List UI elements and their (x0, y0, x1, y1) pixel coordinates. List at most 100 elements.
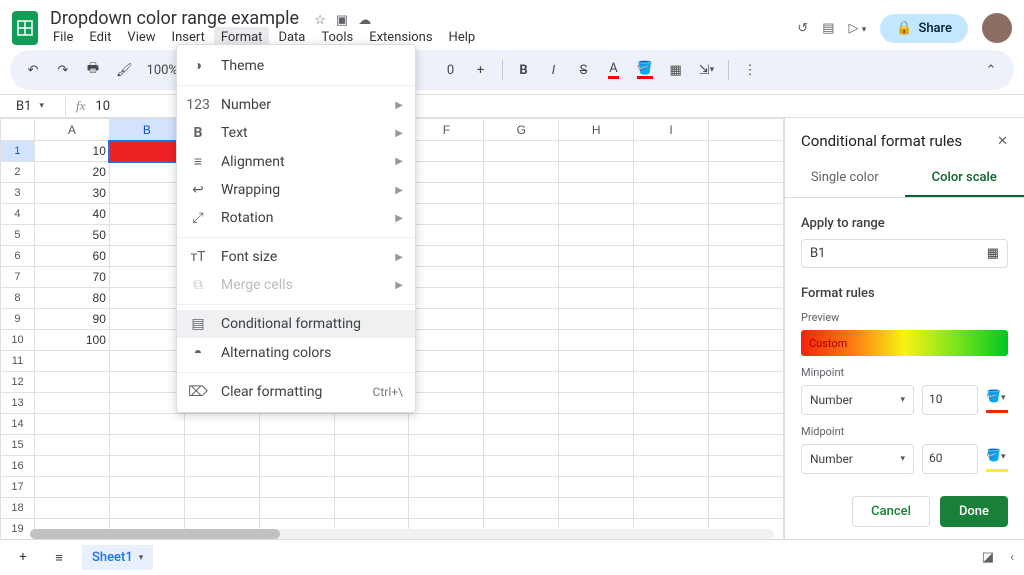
cell[interactable] (109, 393, 184, 414)
sheet-tab[interactable]: Sheet1 ▾ (82, 545, 153, 570)
cell[interactable] (709, 414, 784, 435)
col-header[interactable]: G (484, 119, 559, 141)
cell[interactable] (34, 498, 109, 519)
cell[interactable] (559, 288, 634, 309)
cell[interactable] (559, 477, 634, 498)
paint-format-button[interactable]: 🖌 (110, 57, 139, 83)
cell[interactable]: 90 (34, 309, 109, 330)
row-header[interactable]: 4 (1, 204, 35, 225)
col-header[interactable]: A (34, 119, 109, 141)
cell[interactable] (34, 435, 109, 456)
col-header[interactable]: I (634, 119, 709, 141)
cell[interactable] (559, 330, 634, 351)
h-scrollbar[interactable] (30, 529, 774, 539)
cell[interactable] (559, 204, 634, 225)
cell[interactable] (559, 246, 634, 267)
cell[interactable] (109, 288, 184, 309)
cell[interactable] (409, 246, 484, 267)
col-header[interactable]: F (409, 119, 484, 141)
row-header[interactable]: 15 (1, 435, 35, 456)
cell[interactable] (484, 498, 559, 519)
cell[interactable] (559, 183, 634, 204)
cell[interactable] (184, 498, 259, 519)
cell[interactable] (409, 141, 484, 162)
cell[interactable] (259, 498, 334, 519)
cell[interactable] (634, 477, 709, 498)
cloud-icon[interactable]: ☁ (358, 13, 371, 28)
cell[interactable] (709, 141, 784, 162)
cell[interactable] (484, 309, 559, 330)
cell[interactable] (259, 435, 334, 456)
row-header[interactable]: 8 (1, 288, 35, 309)
cell[interactable] (409, 351, 484, 372)
minpoint-color-button[interactable]: 🪣▾ (986, 389, 1008, 411)
cell[interactable] (634, 288, 709, 309)
cell[interactable] (484, 267, 559, 288)
cell[interactable] (34, 393, 109, 414)
cell[interactable] (709, 183, 784, 204)
cell[interactable] (484, 288, 559, 309)
menu-rotation[interactable]: ⤢Rotation▶ (177, 204, 415, 232)
cell[interactable]: 50 (34, 225, 109, 246)
comments-icon[interactable]: ▤ (822, 21, 834, 36)
cell[interactable] (334, 498, 409, 519)
cell[interactable] (709, 225, 784, 246)
row-header[interactable]: 13 (1, 393, 35, 414)
row-header[interactable]: 6 (1, 246, 35, 267)
cancel-button[interactable]: Cancel (852, 496, 930, 527)
cell[interactable] (409, 372, 484, 393)
grid-select-icon[interactable]: ▦ (987, 246, 999, 261)
menu-help[interactable]: Help (442, 27, 483, 48)
star-icon[interactable]: ☆ (314, 13, 326, 28)
cell[interactable] (409, 267, 484, 288)
cell[interactable] (559, 435, 634, 456)
cell[interactable] (559, 162, 634, 183)
cell[interactable] (34, 351, 109, 372)
cell[interactable] (634, 246, 709, 267)
cell[interactable] (559, 267, 634, 288)
cell[interactable] (709, 456, 784, 477)
row-header[interactable]: 12 (1, 372, 35, 393)
cell[interactable] (109, 477, 184, 498)
menu-font-size[interactable]: тTFont size▶ (177, 243, 415, 271)
cell[interactable] (484, 330, 559, 351)
select-all-corner[interactable] (1, 119, 35, 141)
cell[interactable] (484, 141, 559, 162)
cell[interactable] (184, 414, 259, 435)
cell[interactable] (634, 183, 709, 204)
cell[interactable] (559, 498, 634, 519)
cell[interactable] (559, 225, 634, 246)
cell[interactable] (634, 162, 709, 183)
cell[interactable] (634, 435, 709, 456)
cell[interactable] (109, 372, 184, 393)
cell[interactable] (484, 456, 559, 477)
menu-wrapping[interactable]: ↩Wrapping▶ (177, 176, 415, 204)
all-sheets-button[interactable]: ≡ (46, 545, 72, 571)
row-header[interactable]: 1 (1, 141, 35, 162)
cell[interactable]: 80 (34, 288, 109, 309)
italic-button[interactable]: I (541, 57, 567, 83)
cell[interactable] (184, 435, 259, 456)
cell[interactable] (334, 456, 409, 477)
menu-view[interactable]: View (120, 27, 162, 48)
cell[interactable] (484, 414, 559, 435)
row-header[interactable]: 7 (1, 267, 35, 288)
cell[interactable] (484, 435, 559, 456)
cell[interactable] (559, 372, 634, 393)
cell[interactable] (109, 498, 184, 519)
row-header[interactable]: 18 (1, 498, 35, 519)
redo-button[interactable]: ↷ (50, 57, 76, 83)
cell[interactable] (484, 351, 559, 372)
midpoint-color-button[interactable]: 🪣▾ (986, 448, 1008, 470)
cell[interactable] (109, 309, 184, 330)
row-header[interactable]: 5 (1, 225, 35, 246)
menu-number[interactable]: 123Number▶ (177, 91, 415, 119)
cell[interactable]: 10 (34, 141, 109, 162)
row-header[interactable]: 16 (1, 456, 35, 477)
row-header[interactable]: 14 (1, 414, 35, 435)
col-header[interactable]: B (109, 119, 184, 141)
cell[interactable] (334, 477, 409, 498)
cell[interactable] (409, 183, 484, 204)
cell[interactable]: 10 (109, 141, 184, 162)
cell[interactable] (409, 477, 484, 498)
